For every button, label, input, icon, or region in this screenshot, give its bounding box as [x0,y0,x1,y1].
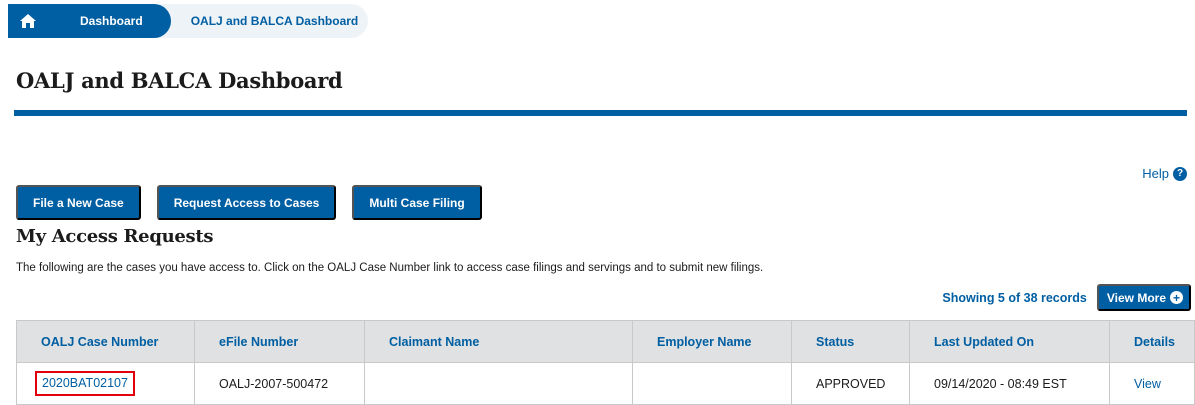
table-header-row: OALJ Case Number eFile Number Claimant N… [16,320,1195,363]
column-header[interactable]: Status [791,320,910,363]
help-label: Help [1142,166,1169,181]
case-number-link[interactable]: 2020BAT02107 [35,371,135,396]
details-cell: View [1109,362,1195,405]
last-updated-cell: 09/14/2020 - 08:49 EST [909,362,1110,405]
view-details-link[interactable]: View [1134,377,1161,391]
home-icon [20,14,36,28]
column-header[interactable]: OALJ Case Number [16,320,195,363]
title-divider [14,110,1187,116]
records-count: Showing 5 of 38 records [942,290,1087,305]
column-header[interactable]: Last Updated On [909,320,1110,363]
claimant-name-cell [364,362,633,405]
breadcrumb-current: OALJ and BALCA Dashboard [190,14,359,28]
breadcrumb-home[interactable] [8,4,48,38]
view-more-label: View More [1106,290,1166,305]
plus-circle-icon: + [1170,291,1183,304]
column-header[interactable]: Claimant Name [364,320,633,363]
section-description: The following are the cases you have acc… [16,262,764,274]
file-new-case-button[interactable]: File a New Case [16,185,141,220]
view-more-button[interactable]: View More + [1096,284,1191,311]
section-title: My Access Requests [16,226,214,247]
help-link[interactable]: Help ? [1142,166,1187,181]
action-buttons: File a New Case Request Access to Cases … [16,185,482,220]
multi-case-filing-button[interactable]: Multi Case Filing [352,185,482,220]
question-circle-icon: ? [1173,166,1187,181]
records-bar: Showing 5 of 38 records View More + [942,284,1191,311]
case-number-cell: 2020BAT02107 [16,362,195,405]
request-access-button[interactable]: Request Access to Cases [156,185,337,220]
column-header[interactable]: eFile Number [194,320,365,363]
access-requests-table: OALJ Case Number eFile Number Claimant N… [16,320,1195,405]
breadcrumb: Dashboard OALJ and BALCA Dashboard [8,4,368,38]
column-header[interactable]: Details [1109,320,1195,363]
breadcrumb-dashboard[interactable]: Dashboard [46,4,171,38]
page-title: OALJ and BALCA Dashboard [16,68,343,93]
efile-number-cell: OALJ-2007-500472 [194,362,365,405]
status-cell: APPROVED [791,362,910,405]
table-row: 2020BAT02107 OALJ-2007-500472 APPROVED 0… [16,362,1195,405]
employer-name-cell [632,362,792,405]
column-header[interactable]: Employer Name [632,320,792,363]
